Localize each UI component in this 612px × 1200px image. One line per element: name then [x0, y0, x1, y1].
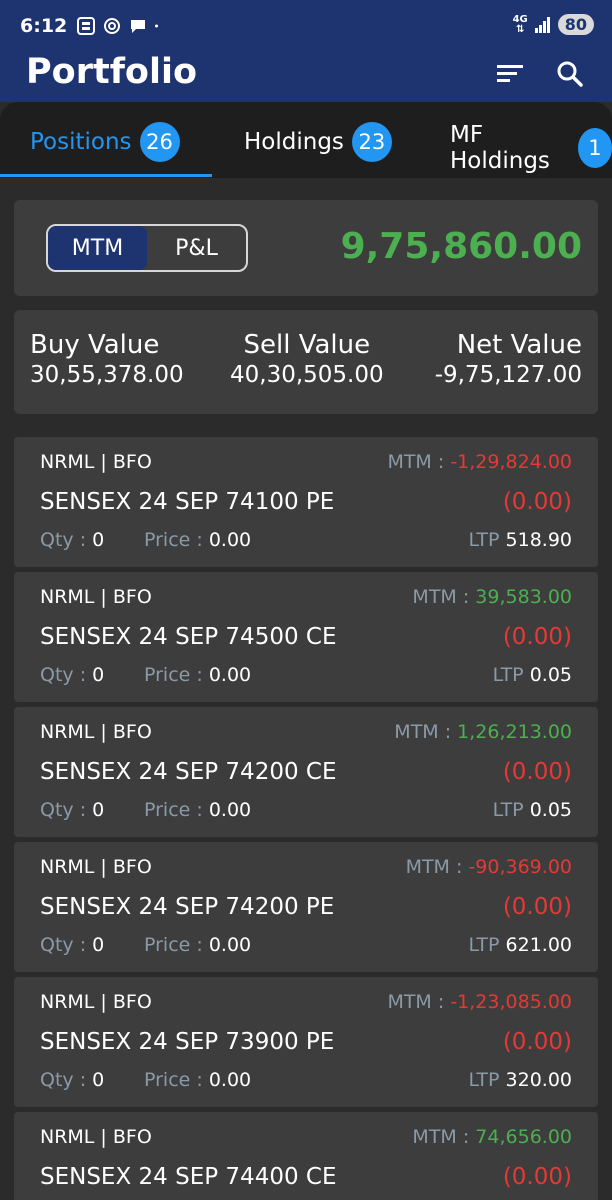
position-mtm: MTM : -1,29,824.00 — [387, 451, 572, 473]
position-change: (0.00) — [502, 1164, 572, 1190]
mtm-pnl-toggle: MTM P&L — [46, 224, 248, 272]
status-system-icons: 4G ⇅ 80 — [513, 14, 594, 35]
portfolio-tabs: Positions 26 Holdings 23 MF Holdings 1 — [0, 102, 612, 178]
position-product: NRML | BFO — [40, 991, 152, 1013]
position-price: Price : 0.00 — [144, 1069, 252, 1091]
status-notification-icons — [76, 16, 164, 36]
search-icon[interactable] — [554, 58, 586, 90]
position-product: NRML | BFO — [40, 856, 152, 878]
position-qty: Qty : 0 — [40, 529, 105, 551]
net-value-label: Net Value — [456, 330, 582, 360]
position-change: (0.00) — [502, 489, 572, 515]
position-card[interactable]: NRML | BFO MTM : -1,23,085.00 SENSEX 24 … — [14, 977, 598, 1107]
page-title: Portfolio — [26, 52, 198, 92]
active-tab-indicator — [0, 174, 212, 177]
position-ltp: LTP 621.00 — [468, 934, 572, 956]
position-symbol: SENSEX 24 SEP 73900 PE — [40, 1029, 335, 1055]
buy-value: 30,55,378.00 — [30, 362, 184, 388]
position-price: Price : 0.00 — [144, 934, 252, 956]
position-ltp: LTP 320.00 — [468, 1069, 572, 1091]
app-notification-icon — [77, 17, 95, 35]
tab-positions[interactable]: Positions 26 — [30, 122, 180, 162]
tab-label: Positions — [30, 129, 132, 155]
chatgpt-icon — [104, 18, 120, 34]
buy-value-block: Buy Value 30,55,378.00 — [30, 330, 184, 388]
position-qty: Qty : 0 — [40, 799, 105, 821]
position-qty: Qty : 0 — [40, 664, 105, 686]
position-mtm: MTM : 1,26,213.00 — [394, 721, 572, 743]
sell-value-block: Sell Value 40,30,505.00 — [230, 330, 384, 388]
position-symbol: SENSEX 24 SEP 74200 CE — [40, 759, 337, 785]
position-mtm: MTM : -90,369.00 — [405, 856, 572, 878]
tab-label: Holdings — [244, 129, 344, 155]
position-qty: Qty : 0 — [40, 934, 105, 956]
summary-card: Buy Value 30,55,378.00 Sell Value 40,30,… — [14, 310, 598, 414]
position-ltp: LTP 518.90 — [468, 529, 572, 551]
position-mtm: MTM : 39,583.00 — [412, 586, 572, 608]
position-mtm: MTM : -1,23,085.00 — [387, 991, 572, 1013]
tab-label: MF Holdings — [450, 122, 550, 174]
message-icon — [131, 20, 145, 33]
toggle-pnl[interactable]: P&L — [147, 226, 246, 270]
tab-holdings[interactable]: Holdings 23 — [244, 122, 392, 162]
toggle-mtm[interactable]: MTM — [48, 226, 147, 270]
tab-count-badge: 1 — [577, 128, 612, 168]
position-mtm: MTM : 74,656.00 — [412, 1126, 572, 1148]
position-symbol: SENSEX 24 SEP 74200 PE — [40, 894, 335, 920]
position-card[interactable]: NRML | BFO MTM : 74,656.00 SENSEX 24 SEP… — [14, 1112, 598, 1200]
position-change: (0.00) — [502, 894, 572, 920]
sell-value: 40,30,505.00 — [230, 362, 384, 388]
position-price: Price : 0.00 — [144, 799, 252, 821]
net-value-block: Net Value -9,75,127.00 — [435, 330, 582, 388]
position-price: Price : 0.00 — [144, 529, 252, 551]
position-change: (0.00) — [502, 759, 572, 785]
tab-count-badge: 26 — [139, 122, 180, 162]
mtm-card: MTM P&L 9,75,860.00 — [14, 200, 598, 296]
position-ltp: LTP 0.05 — [492, 664, 572, 686]
tab-count-badge: 23 — [351, 122, 392, 162]
tab-mf-holdings[interactable]: MF Holdings 1 — [450, 122, 612, 174]
position-symbol: SENSEX 24 SEP 74400 CE — [40, 1164, 337, 1190]
status-time: 6:12 — [20, 15, 68, 37]
total-mtm-value: 9,75,860.00 — [340, 226, 582, 267]
position-symbol: SENSEX 24 SEP 74500 CE — [40, 624, 337, 650]
position-ltp: LTP 0.05 — [492, 799, 572, 821]
signal-icon — [534, 16, 550, 33]
position-product: NRML | BFO — [40, 721, 152, 743]
network-type: 4G ⇅ — [512, 13, 528, 35]
position-qty: Qty : 0 — [40, 1069, 105, 1091]
buy-value-label: Buy Value — [30, 330, 160, 360]
filter-icon[interactable] — [494, 58, 526, 90]
position-price: Price : 0.00 — [144, 664, 252, 686]
battery-indicator: 80 — [557, 14, 594, 35]
position-card[interactable]: NRML | BFO MTM : -1,29,824.00 SENSEX 24 … — [14, 437, 598, 567]
position-card[interactable]: NRML | BFO MTM : 1,26,213.00 SENSEX 24 S… — [14, 707, 598, 837]
position-change: (0.00) — [502, 624, 572, 650]
sell-value-label: Sell Value — [243, 330, 371, 360]
position-card[interactable]: NRML | BFO MTM : -90,369.00 SENSEX 24 SE… — [14, 842, 598, 972]
app-bar: 6:12 4G ⇅ 80 Portfolio — [0, 0, 612, 102]
position-symbol: SENSEX 24 SEP 74100 PE — [40, 489, 335, 515]
position-product: NRML | BFO — [40, 1126, 152, 1148]
position-card[interactable]: NRML | BFO MTM : 39,583.00 SENSEX 24 SEP… — [14, 572, 598, 702]
net-value: -9,75,127.00 — [434, 362, 582, 388]
position-change: (0.00) — [502, 1029, 572, 1055]
position-product: NRML | BFO — [40, 586, 152, 608]
dot-icon — [155, 24, 158, 28]
position-product: NRML | BFO — [40, 451, 152, 473]
